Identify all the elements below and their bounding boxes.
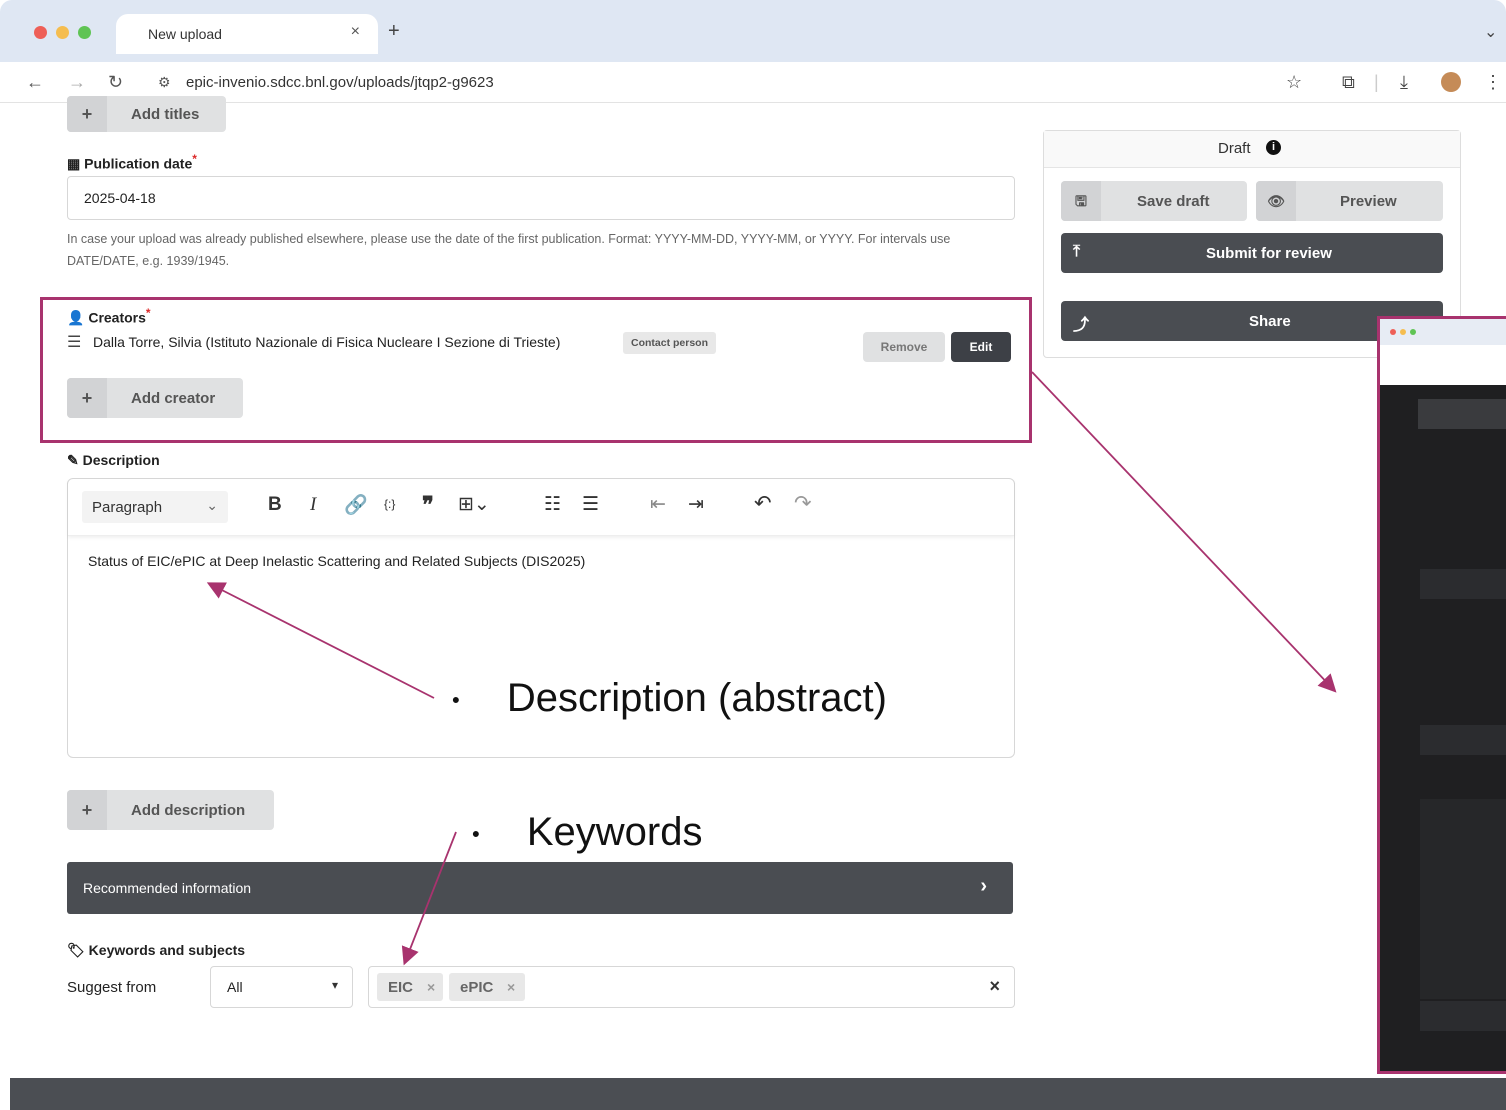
thumbnail-address-bar: [1380, 345, 1506, 385]
page-footer: [10, 1078, 1506, 1110]
thumbnail-block: [1420, 569, 1506, 599]
inset-screenshot-thumbnail: [1377, 316, 1506, 1074]
bullet: •: [472, 821, 480, 847]
creators-to-thumbnail-arrow: [1031, 371, 1337, 693]
keywords-annotation: • Keywords: [472, 810, 703, 854]
keywords-arrow: [401, 831, 457, 966]
thumbnail-block: [1420, 725, 1506, 755]
annotation-arrows: [206, 371, 1337, 966]
description-arrow: [206, 582, 435, 699]
thumbnail-tab-bar: [1380, 319, 1506, 345]
thumbnail-block: [1420, 799, 1506, 999]
thumbnail-block: [1420, 1001, 1506, 1031]
description-annotation: • Description (abstract): [452, 676, 887, 720]
bullet: •: [452, 687, 460, 713]
thumbnail-block: [1418, 399, 1506, 429]
